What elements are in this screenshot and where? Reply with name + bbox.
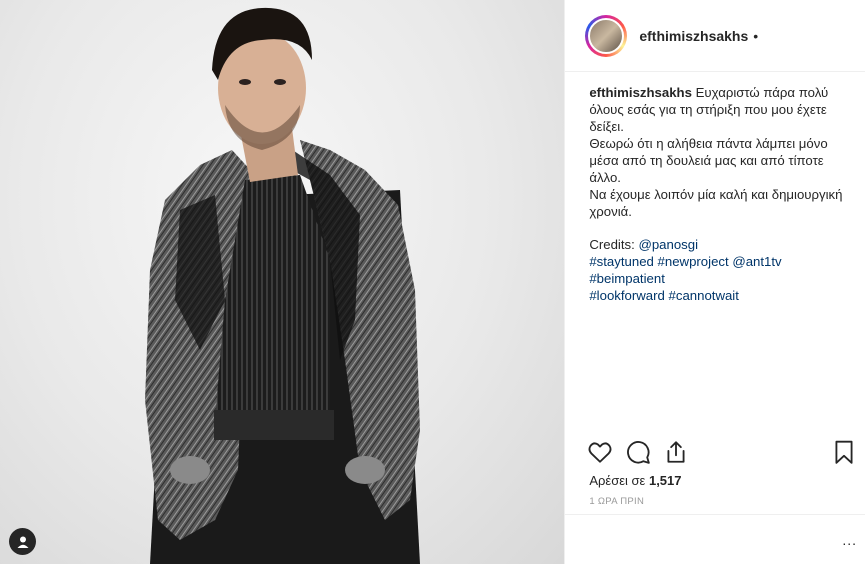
hashtag-link[interactable]: #beimpatient (589, 271, 665, 286)
caption-line-2: Θεωρώ ότι η αλήθεια πάντα λάμπει μόνο μέ… (589, 136, 828, 185)
heart-icon[interactable] (587, 439, 615, 467)
post-photo[interactable] (0, 0, 565, 564)
person-glyph (17, 536, 28, 548)
header-separator: • (753, 27, 759, 44)
photo-man-in-coat (145, 7, 420, 564)
hashtag-link[interactable]: #newproject (658, 254, 729, 269)
comment-icon[interactable] (625, 439, 653, 467)
mention-link[interactable]: @ant1tv (732, 254, 781, 269)
likes-summary[interactable]: Αρέσει σε 1,517 (589, 473, 681, 488)
hashtag-link[interactable]: #staytuned (589, 254, 654, 269)
caption-username[interactable]: efthimiszhsakhs (589, 85, 692, 100)
likes-count[interactable]: 1,517 (649, 473, 682, 488)
likes-prefix: Αρέσει σε (589, 473, 646, 488)
post-side-panel: efthimiszhsakhs • efthimiszhsakhs Ευχαρι… (564, 0, 865, 564)
instagram-post: efthimiszhsakhs • efthimiszhsakhs Ευχαρι… (0, 0, 865, 564)
hashtag-link[interactable]: #cannotwait (669, 288, 739, 303)
caption-line-3: Να έχουμε λοιπόν μία καλή και δημιουργικ… (589, 187, 843, 219)
credits-label: Credits: (589, 237, 635, 252)
caption: efthimiszhsakhs Ευχαριστώ πάρα πολύ όλου… (565, 72, 865, 402)
hashtag-link[interactable]: #lookforward (589, 288, 665, 303)
bookmark-icon[interactable] (831, 439, 859, 467)
header-username[interactable]: efthimiszhsakhs (639, 28, 748, 44)
comment-bar: ... (565, 514, 865, 564)
avatar-image (588, 17, 625, 54)
post-header: efthimiszhsakhs • (565, 0, 865, 72)
avatar[interactable] (585, 14, 628, 57)
post-timestamp: 1 ΩΡΑ ΠΡΙΝ (589, 496, 645, 507)
share-icon[interactable] (663, 439, 691, 467)
credits-mention[interactable]: @panosgi (638, 237, 698, 252)
user-tag-icon[interactable] (9, 528, 36, 555)
more-options-button[interactable]: ... (842, 532, 857, 548)
action-bar (587, 438, 859, 468)
